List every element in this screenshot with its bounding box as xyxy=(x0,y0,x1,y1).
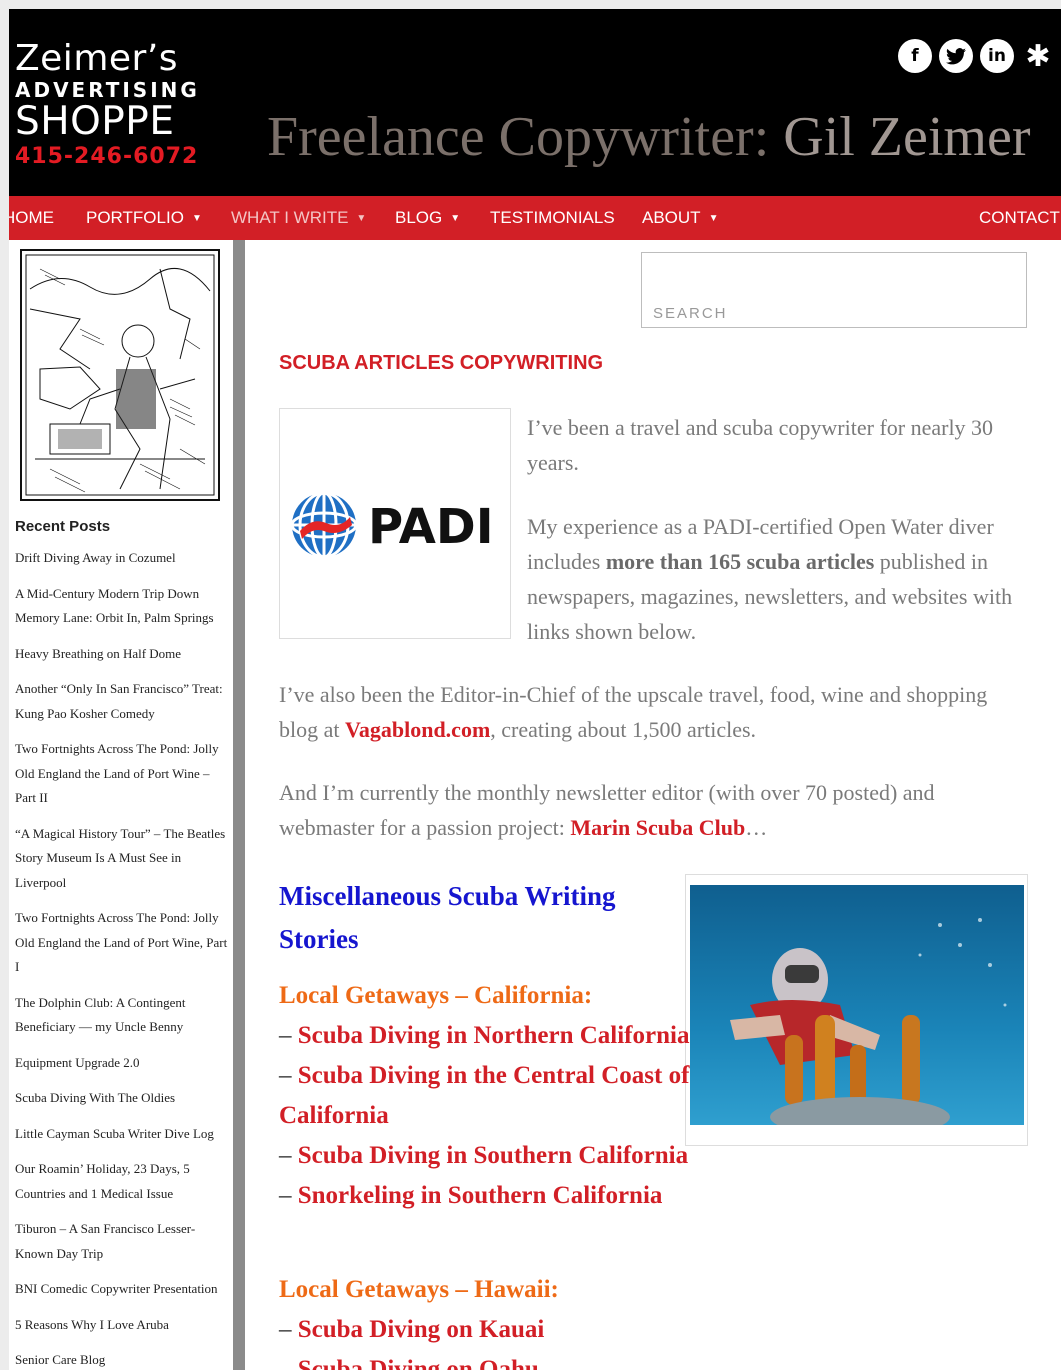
link-label: Scuba Diving on Kauai xyxy=(297,1316,545,1343)
nav-portfolio[interactable]: PORTFOLIO ▼ xyxy=(86,196,202,240)
nav-contact[interactable]: CONTACT xyxy=(979,196,1060,240)
nav-about-label: ABOUT xyxy=(642,208,701,227)
linkedin-icon[interactable]: in xyxy=(980,39,1014,73)
social-links: f in ✱ xyxy=(898,39,1055,74)
nav-contact-label: CONTACT xyxy=(979,208,1060,227)
hawaii-section-heading: Local Getaways – Hawaii: xyxy=(279,1276,559,1303)
list-dash: – xyxy=(279,1356,298,1370)
nav-about[interactable]: ABOUT ▼ xyxy=(642,196,718,240)
intro-3-text-b: , creating about 1,500 articles. xyxy=(490,717,757,742)
recent-posts-title: Recent Posts xyxy=(15,518,111,535)
recent-post-link[interactable]: Tiburon – A San Francisco Lesser-Known D… xyxy=(15,1217,229,1266)
intro-paragraph-3: I’ve also been the Editor-in-Chief of th… xyxy=(279,677,1019,747)
hawaii-link-kauai[interactable]: – Scuba Diving on Kauai xyxy=(279,1310,739,1350)
list-dash: – xyxy=(279,1142,298,1169)
nav-what-i-write[interactable]: WHAT I WRITE ▼ xyxy=(231,196,366,240)
padi-logo-text: PADI xyxy=(368,499,494,555)
recent-post-link[interactable]: Two Fortnights Across The Pond: Jolly Ol… xyxy=(15,737,229,811)
intro-paragraph-1: I’ve been a travel and scuba copywriter … xyxy=(527,415,994,475)
marin-scuba-club-link[interactable]: Marin Scuba Club xyxy=(570,815,745,840)
logo-phone: 415-246-6072 xyxy=(15,144,199,169)
site-header: Zeimer’s ADVERTISING SHOPPE 415-246-6072… xyxy=(9,9,1061,196)
recent-post-link[interactable]: A Mid-Century Modern Trip Down Memory La… xyxy=(15,582,229,631)
site-title-part-2: Gil Zeimer xyxy=(783,106,1031,168)
nav-testimonials[interactable]: TESTIMONIALS xyxy=(490,196,615,240)
recent-post-link[interactable]: Our Roamin’ Holiday, 23 Days, 5 Countrie… xyxy=(15,1157,229,1206)
misc-writing-heading[interactable]: Miscellaneous Scuba Writing Stories xyxy=(279,875,669,961)
intro-paragraph-2: My experience as a PADI-certified Open W… xyxy=(527,509,1027,649)
nav-home[interactable]: HOME xyxy=(9,196,54,240)
link-label: Scuba Diving in Northern California xyxy=(297,1022,690,1049)
page-title: SCUBA ARTICLES COPYWRITING xyxy=(279,352,604,374)
intro-4-text-b: … xyxy=(745,815,768,840)
hawaii-link-oahu[interactable]: – Scuba Diving on Oahu xyxy=(279,1350,739,1370)
link-label: Scuba Diving in the Central Coast of Cal… xyxy=(279,1062,690,1129)
link-label: Snorkeling in Southern California xyxy=(297,1182,663,1209)
vagablond-link[interactable]: Vagablond.com xyxy=(345,717,490,742)
nav-testimonials-label: TESTIMONIALS xyxy=(490,208,615,227)
recent-post-link[interactable]: Little Cayman Scuba Writer Dive Log xyxy=(15,1122,229,1147)
california-links: – Scuba Diving in Northern California – … xyxy=(279,1016,739,1216)
recent-post-link[interactable]: BNI Comedic Copywriter Presentation xyxy=(15,1277,229,1302)
nav-what-i-write-label: WHAT I WRITE xyxy=(231,208,349,227)
main-nav: HOME PORTFOLIO ▼ WHAT I WRITE ▼ BLOG ▼ TEST… xyxy=(9,196,1061,240)
sidebar: Recent Posts Drift Diving Away in Cozume… xyxy=(9,240,233,1370)
list-dash: – xyxy=(279,1062,298,1089)
list-dash: – xyxy=(279,1182,298,1209)
chevron-down-icon: ▼ xyxy=(356,213,367,224)
intro-paragraph-4: And I’m currently the monthly newsletter… xyxy=(279,775,1019,845)
recent-post-link[interactable]: Drift Diving Away in Cozumel xyxy=(15,546,229,571)
california-link-southern[interactable]: – Scuba Diving in Southern California xyxy=(279,1136,739,1176)
site-logo[interactable]: Zeimer’s ADVERTISING SHOPPE 415-246-6072 xyxy=(15,39,200,171)
california-link-northern[interactable]: – Scuba Diving in Northern California xyxy=(279,1016,739,1056)
nav-blog-label: BLOG xyxy=(395,208,443,227)
recent-post-link[interactable]: The Dolphin Club: A Contingent Beneficia… xyxy=(15,991,229,1040)
yelp-icon[interactable]: ✱ xyxy=(1021,39,1055,74)
page: Zeimer’s ADVERTISING SHOPPE 415-246-6072… xyxy=(9,9,1061,1370)
logo-line-1: Zeimer’s xyxy=(15,38,179,79)
recent-post-link[interactable]: Senior Care Blog xyxy=(15,1348,229,1370)
recent-post-link[interactable]: Heavy Breathing on Half Dome xyxy=(15,642,229,667)
recent-post-link[interactable]: 5 Reasons Why I Love Aruba xyxy=(15,1313,229,1338)
main-content: SCUBA ARTICLES COPYWRITING PADI I’ve bee… xyxy=(245,240,1061,1370)
padi-logo-image: PADI xyxy=(279,408,511,639)
recent-post-link[interactable]: “A Magical History Tour” – The Beatles S… xyxy=(15,822,229,896)
list-dash: – xyxy=(279,1022,298,1049)
nav-blog[interactable]: BLOG ▼ xyxy=(395,196,460,240)
california-section-heading: Local Getaways – California: xyxy=(279,982,593,1009)
padi-logo: PADI xyxy=(290,491,494,559)
recent-post-link[interactable]: Another “Only In San Francisco” Treat: K… xyxy=(15,677,229,726)
site-title-part-1: Freelance Copywriter: xyxy=(267,106,784,168)
woodcut-illustration xyxy=(20,249,220,501)
nav-portfolio-label: PORTFOLIO xyxy=(86,208,184,227)
recent-post-link[interactable]: Equipment Upgrade 2.0 xyxy=(15,1051,229,1076)
intro-2-bold: more than 165 scuba articles xyxy=(605,549,875,574)
hawaii-links: – Scuba Diving on Kauai – Scuba Diving o… xyxy=(279,1310,739,1370)
link-label: Scuba Diving in Southern California xyxy=(297,1142,689,1169)
recent-posts-list: Drift Diving Away in Cozumel A Mid-Centu… xyxy=(15,546,229,1370)
link-label: Scuba Diving on Oahu xyxy=(297,1356,539,1370)
recent-post-link[interactable]: Scuba Diving With The Oldies xyxy=(15,1086,229,1111)
california-link-snorkeling[interactable]: – Snorkeling in Southern California xyxy=(279,1176,739,1216)
twitter-icon[interactable] xyxy=(939,39,973,73)
chevron-down-icon: ▼ xyxy=(708,213,719,224)
chevron-down-icon: ▼ xyxy=(191,213,202,224)
diver-photo-image xyxy=(690,885,1024,1125)
recent-post-link[interactable]: Two Fortnights Across The Pond: Jolly Ol… xyxy=(15,906,229,980)
search-input[interactable] xyxy=(641,252,1027,328)
logo-line-3: SHOPPE xyxy=(15,99,175,144)
list-dash: – xyxy=(279,1316,298,1343)
nav-home-label: HOME xyxy=(9,208,54,227)
site-title: Freelance Copywriter: Gil Zeimer xyxy=(267,107,1031,167)
california-link-central[interactable]: – Scuba Diving in the Central Coast of C… xyxy=(279,1056,739,1136)
facebook-icon[interactable]: f xyxy=(898,39,932,73)
chevron-down-icon: ▼ xyxy=(450,213,461,224)
sidebar-divider xyxy=(233,240,245,1370)
logo-line-2: ADVERTISING xyxy=(15,78,200,102)
